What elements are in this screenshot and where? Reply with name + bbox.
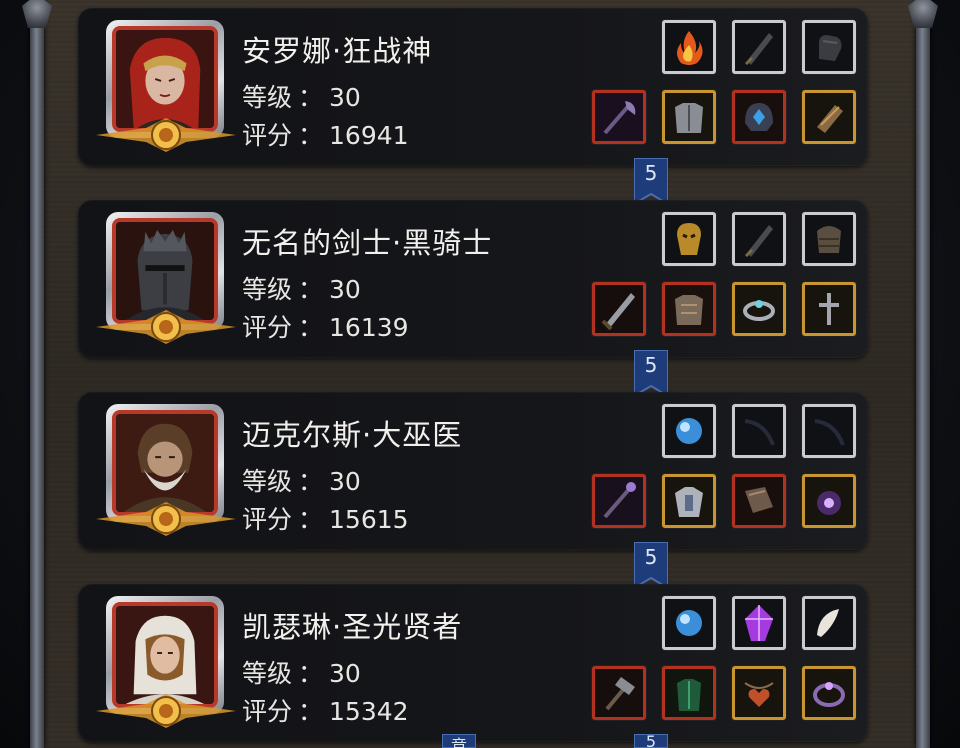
green-robe-icon[interactable] xyxy=(662,666,716,720)
black-knight-helmet-portrait-icon xyxy=(112,218,218,324)
hero-level: 等级： 30 xyxy=(242,83,361,112)
ornate-staff-icon[interactable] xyxy=(592,474,646,528)
bracer-icon[interactable] xyxy=(802,90,856,144)
cross-amulet-icon[interactable] xyxy=(802,282,856,336)
purple-eye-amulet-icon[interactable] xyxy=(802,474,856,528)
hammer-icon[interactable] xyxy=(592,666,646,720)
hero-card[interactable]: 无名的剑士·黑骑士 等级： 30 评分： 16139 xyxy=(78,200,868,358)
frame-left-pillar xyxy=(30,0,44,748)
heart-pendant-icon[interactable] xyxy=(732,666,786,720)
hero-name: 迈克尔斯·大巫医 xyxy=(242,418,463,452)
rank-emblem-icon xyxy=(96,310,236,344)
hero-name: 凯瑟琳·圣光贤者 xyxy=(242,610,463,644)
tome-icon[interactable] xyxy=(732,474,786,528)
partial-tab[interactable]: 竞 xyxy=(442,734,476,748)
hero-level: 等级： 30 xyxy=(242,467,361,496)
dark-blade-icon[interactable] xyxy=(732,20,786,74)
red-haired-warrior-woman-portrait-icon xyxy=(112,26,218,132)
star-badge: 5 xyxy=(634,158,668,204)
white-feather-icon[interactable] xyxy=(802,596,856,650)
pauldron-icon[interactable] xyxy=(802,212,856,266)
golden-mask-icon[interactable] xyxy=(662,212,716,266)
blue-orb-icon[interactable] xyxy=(662,404,716,458)
rank-emblem-icon xyxy=(96,118,236,152)
hero-name: 无名的剑士·黑骑士 xyxy=(242,226,493,260)
purple-crystal-icon[interactable] xyxy=(732,596,786,650)
hero-score: 评分： 16941 xyxy=(242,121,409,150)
purple-ring-icon[interactable] xyxy=(802,666,856,720)
hero-card[interactable]: 安罗娜·狂战神 等级： 30 评分： 16941 xyxy=(78,8,868,166)
hero-score: 评分： 15615 xyxy=(242,505,409,534)
gauntlet-icon[interactable] xyxy=(802,20,856,74)
greatsword-icon[interactable] xyxy=(592,282,646,336)
hero-list-screen: 安罗娜·狂战神 等级： 30 评分： 16941 5 无名的剑士·黑骑士 等级 … xyxy=(0,0,960,748)
rank-emblem-icon xyxy=(96,502,236,536)
plate-armor-icon[interactable] xyxy=(662,90,716,144)
dark-arc-icon[interactable] xyxy=(802,404,856,458)
blue-orb-icon[interactable] xyxy=(662,596,716,650)
star-badge: 5 xyxy=(634,732,668,748)
shoulder-armor-icon[interactable] xyxy=(662,474,716,528)
dark-arc-icon[interactable] xyxy=(732,404,786,458)
star-badge: 5 xyxy=(634,542,668,588)
hero-card[interactable]: 迈克尔斯·大巫医 等级： 30 评分： 15615 xyxy=(78,392,868,550)
hero-score: 评分： 16139 xyxy=(242,313,409,342)
hooded-sage-woman-portrait-icon xyxy=(112,602,218,708)
frame-right-pillar xyxy=(916,0,930,748)
fire-orb-icon[interactable] xyxy=(662,20,716,74)
halberd-icon[interactable] xyxy=(592,90,646,144)
star-badge: 5 xyxy=(634,350,668,396)
chest-armor-icon[interactable] xyxy=(662,282,716,336)
hero-score: 评分： 15342 xyxy=(242,697,409,726)
rank-emblem-icon xyxy=(96,694,236,728)
hero-name: 安罗娜·狂战神 xyxy=(242,34,433,68)
hero-level: 等级： 30 xyxy=(242,659,361,688)
silver-ring-icon[interactable] xyxy=(732,282,786,336)
bearded-shaman-portrait-icon xyxy=(112,410,218,516)
hero-level: 等级： 30 xyxy=(242,275,361,304)
blue-gem-helm-icon[interactable] xyxy=(732,90,786,144)
hero-card[interactable]: 凯瑟琳·圣光贤者 等级： 30 评分： 15342 xyxy=(78,584,868,742)
dark-blade-icon[interactable] xyxy=(732,212,786,266)
